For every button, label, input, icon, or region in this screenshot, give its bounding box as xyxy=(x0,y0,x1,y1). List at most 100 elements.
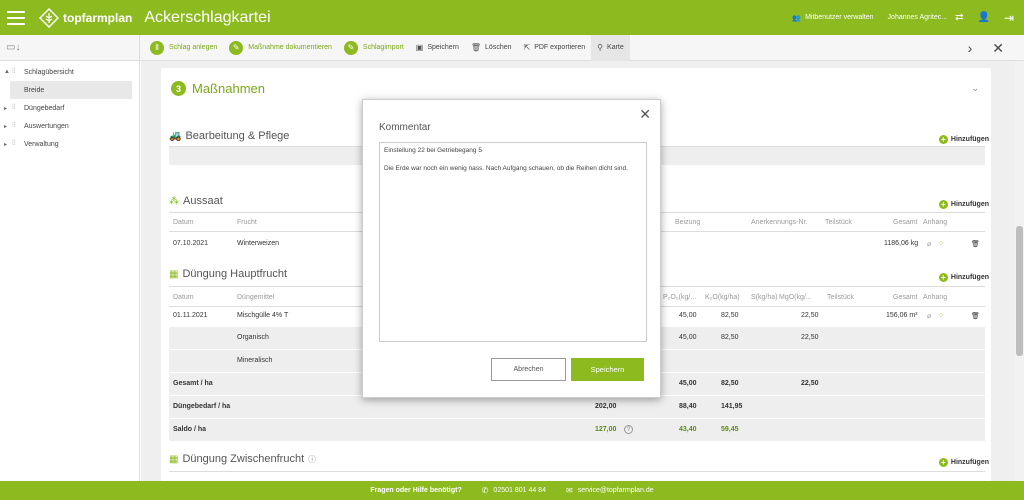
col-header: MgO(kg/... xyxy=(779,294,812,301)
add-fertilization-button[interactable]: + Hinzufügen xyxy=(938,273,989,282)
comment-icon[interactable]: ○ xyxy=(939,240,943,247)
attachment-icon[interactable]: ⌀ xyxy=(927,240,931,248)
profile-icon[interactable]: 👤 xyxy=(977,12,989,23)
sidebar-item-fertilizer-demand[interactable]: ▸ ⫶⫶ Düngebedarf xyxy=(0,99,139,117)
sidebar-item-breide[interactable]: Breide xyxy=(10,81,132,99)
trash-icon[interactable]: 🗑 xyxy=(971,312,980,320)
col-header: Anerkennungs-Nr. xyxy=(751,219,808,226)
user-name: Johannes Agritec... xyxy=(887,14,948,21)
sidebar: ▲ ⫶⫶ Schlagübersicht Breide ▸ ⫶⫶ Düngebedarf… xyxy=(0,61,140,481)
comment-textarea[interactable]: Einstellung 22 bei Getriebegang 5 Die Er… xyxy=(379,142,647,342)
seeds-icon: ⁂ xyxy=(169,195,179,207)
cell-mgo: 22,50 xyxy=(801,380,819,387)
add-tillage-button[interactable]: + Hinzufügen xyxy=(938,135,989,144)
row-label: Organisch xyxy=(237,334,269,341)
toolbar: ▭↓ ⦀ Schlag anlegen ✎ Maßnahme dokumentier… xyxy=(0,34,1024,61)
close-icon[interactable]: ✕ xyxy=(639,106,651,123)
phone-link[interactable]: ✆ 02501 801 44 84 xyxy=(482,486,546,495)
cell-k2o: 82,50 xyxy=(721,334,739,341)
map-button[interactable]: ⚲ Karte xyxy=(591,34,630,61)
help-icon[interactable]: ? xyxy=(624,425,633,434)
section-header[interactable]: 3 Maßnahmen xyxy=(171,81,265,96)
col-header: Datum xyxy=(173,294,194,301)
save-label: Speichern xyxy=(427,44,459,51)
co-users-label: Mitbenutzer verwalten xyxy=(805,14,874,21)
cell-k2o: 141,95 xyxy=(721,403,743,410)
trash-icon: 🗑 xyxy=(470,43,482,52)
row-label: Saldo / ha xyxy=(173,426,207,433)
dialog-title: Kommentar xyxy=(379,122,431,133)
export-icon: ⇱ xyxy=(523,43,531,52)
sidebar-item-evaluations[interactable]: ▸ ⫶⫶ Auswertungen xyxy=(0,117,139,135)
add-label: Hinzufügen xyxy=(950,201,989,208)
cell-p2o5: 45,00 xyxy=(679,380,697,387)
pencil-icon: ✎ xyxy=(229,40,244,55)
co-users-link[interactable]: 👥 Mitbenutzer verwalten xyxy=(792,14,873,22)
section-number: 3 xyxy=(171,81,186,96)
row-label: Düngebedarf / ha xyxy=(173,403,231,410)
add-label: Hinzufügen xyxy=(950,459,989,466)
user-menu[interactable]: Johannes Agritec... ⇄ xyxy=(888,12,964,23)
cell-date: 01.11.2021 xyxy=(173,312,208,319)
attachment-icon[interactable]: ⌀ xyxy=(927,312,931,320)
comment-icon[interactable]: ○ xyxy=(939,312,943,319)
map-pin-icon: ⚲ xyxy=(597,43,604,52)
col-header: Gesamt xyxy=(893,219,918,226)
subsection-title: Düngung Hauptfrucht xyxy=(182,268,288,280)
row-label: Gesamt / ha xyxy=(173,380,213,387)
document-measure-button[interactable]: ✎ Maßnahme dokumentieren xyxy=(223,35,338,61)
cell-n: 127,00 xyxy=(595,426,617,433)
caret-down-icon: ▲ xyxy=(4,69,10,75)
cell-crop: Winterweizen xyxy=(237,240,280,247)
col-header: Anhang xyxy=(923,219,948,226)
add-label: Hinzufügen xyxy=(950,136,989,143)
subsection-title: Aussaat xyxy=(183,195,223,207)
section-title: Maßnahmen xyxy=(192,81,265,96)
field-import-button[interactable]: ✎ Schlagimport xyxy=(338,35,410,61)
pdf-export-button[interactable]: ⇱ PDF exportieren xyxy=(518,35,592,61)
sidebar-item-label: Breide xyxy=(24,86,45,94)
cell-p2o5: 45,00 xyxy=(679,334,697,341)
menu-icon[interactable] xyxy=(7,10,25,25)
help-icon[interactable]: ⓘ xyxy=(308,454,316,465)
email-address: service@topfarmplan.de xyxy=(577,487,654,494)
plus-icon: + xyxy=(938,135,948,144)
close-icon[interactable]: ✕ xyxy=(992,40,1004,57)
tree-icon: ⫶⫶ xyxy=(12,140,16,147)
col-header: Datum xyxy=(173,219,194,226)
cell-k2o: 82,50 xyxy=(721,380,739,387)
caret-right-icon: ▸ xyxy=(4,123,8,130)
cancel-button[interactable]: Abrechen xyxy=(491,358,566,381)
cell-fertilizer: Mischgülle 4% T xyxy=(237,312,289,319)
save-button[interactable]: ▣ Speichern xyxy=(410,35,465,61)
add-sowing-button[interactable]: + Hinzufügen xyxy=(938,200,989,209)
scrollbar-thumb[interactable] xyxy=(1016,226,1023,356)
cell-mgo: 22,50 xyxy=(801,312,819,319)
add-label: Hinzufügen xyxy=(950,274,989,281)
cell-total: 156,06 m³ xyxy=(886,312,918,319)
cell-n: 202,00 xyxy=(595,403,617,410)
add-catch-fertilization-button[interactable]: + Hinzufügen xyxy=(938,458,989,467)
users-icon: 👥 xyxy=(792,14,802,22)
trash-icon[interactable]: 🗑 xyxy=(971,240,980,248)
add-field-button[interactable]: ⦀ Schlag anlegen xyxy=(144,35,223,61)
chevron-down-icon[interactable]: ⌄ xyxy=(971,83,979,94)
row-demand-per-ha: Düngebedarf / ha 202,00 88,40 141,95 xyxy=(169,396,985,418)
chevron-right-icon[interactable]: › xyxy=(968,40,973,56)
scrollbar[interactable] xyxy=(1015,61,1024,481)
sidebar-item-administration[interactable]: ▸ ⫶⫶ Verwaltung xyxy=(0,135,139,153)
delete-button[interactable]: 🗑 Löschen xyxy=(465,35,518,61)
sort-folder-icon[interactable]: ▭↓ xyxy=(0,34,140,61)
sidebar-item-label: Schlagübersicht xyxy=(24,68,74,76)
sidebar-item-label: Düngebedarf xyxy=(24,104,65,112)
col-header: Beizung xyxy=(675,219,701,226)
sidebar-item-label: Verwaltung xyxy=(24,140,59,148)
caret-right-icon: ▸ xyxy=(4,105,8,112)
logout-icon[interactable]: ⇥ xyxy=(1004,11,1014,25)
subsection-tillage: 🚜 Bearbeitung & Pflege xyxy=(169,130,289,142)
email-link[interactable]: ✉ service@topfarmplan.de xyxy=(566,486,654,495)
col-header: Teilstück xyxy=(825,219,852,226)
sidebar-item-field-overview[interactable]: ▲ ⫶⫶ Schlagübersicht xyxy=(0,63,139,81)
fertilizer-icon: ▦ xyxy=(169,453,179,465)
save-comment-button[interactable]: Speichern xyxy=(571,358,644,381)
